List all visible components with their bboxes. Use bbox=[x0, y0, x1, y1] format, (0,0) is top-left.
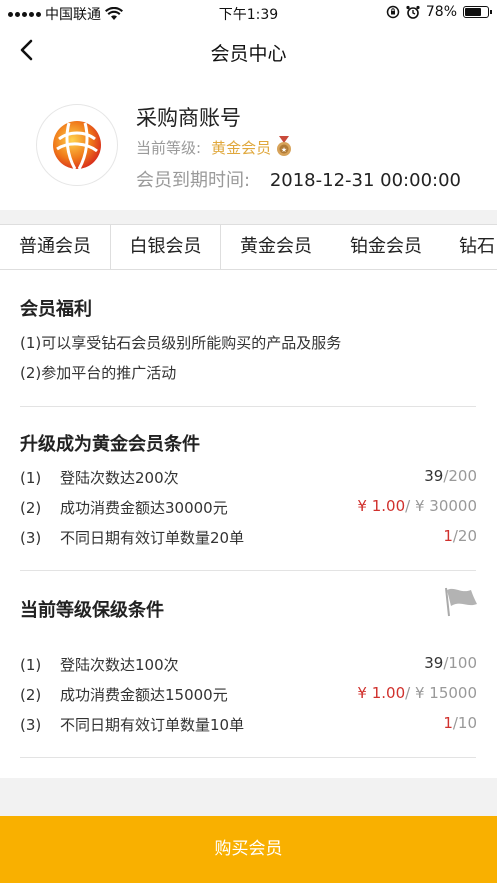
condition-number: (1) bbox=[20, 469, 42, 487]
buy-membership-button[interactable]: 购买会员 bbox=[0, 816, 497, 883]
condition-target: / ¥ 30000 bbox=[405, 497, 477, 515]
benefits-title: 会员福利 bbox=[20, 299, 92, 320]
condition-text: 成功消费金额达15000元 bbox=[60, 686, 228, 704]
page-title: 会员中心 bbox=[210, 43, 287, 65]
condition-number: (2) bbox=[20, 499, 42, 517]
condition-number: (2) bbox=[20, 686, 42, 704]
condition-current: ¥ 1.00 bbox=[357, 684, 406, 702]
condition-text: 不同日期有效订单数量10单 bbox=[60, 716, 245, 734]
keep-condition-row: (2) 成功消费金额达15000元 ¥ 1.00/ ¥ 15000 bbox=[20, 684, 477, 705]
condition-text: 登陆次数达200次 bbox=[60, 469, 179, 487]
divider bbox=[20, 570, 476, 571]
battery-icon bbox=[463, 6, 492, 18]
condition-target: /200 bbox=[443, 467, 477, 485]
tab-platinum[interactable]: 铂金会员 bbox=[331, 225, 441, 269]
condition-number: (3) bbox=[20, 716, 42, 734]
condition-current: 39 bbox=[424, 654, 444, 672]
condition-target: /100 bbox=[443, 654, 477, 672]
tab-normal[interactable]: 普通会员 bbox=[0, 225, 110, 269]
alarm-icon bbox=[406, 5, 420, 19]
tab-gold[interactable]: 黄金会员 bbox=[221, 225, 331, 269]
condition-current: ¥ 1.00 bbox=[357, 497, 406, 515]
upgrade-condition-row: (2) 成功消费金额达30000元 ¥ 1.00/ ¥ 30000 bbox=[20, 497, 477, 518]
company-logo-icon bbox=[53, 121, 101, 170]
svg-text:★: ★ bbox=[281, 146, 287, 154]
condition-current: 1 bbox=[443, 527, 453, 545]
expire-label: 会员到期时间: bbox=[136, 170, 251, 191]
condition-number: (3) bbox=[20, 529, 42, 547]
account-name: 采购商账号 bbox=[136, 106, 241, 130]
benefit-item: (2)参加平台的推广活动 bbox=[20, 364, 177, 382]
profile-card: 采购商账号 当前等级: 黄金会员 ★ 会员到期时间: 2018-12-31 00… bbox=[0, 76, 497, 210]
member-level-tabs: 普通会员 白银会员 黄金会员 铂金会员 钻石 bbox=[0, 224, 497, 270]
medal-icon: ★ bbox=[277, 136, 292, 156]
expire-row: 会员到期时间: 2018-12-31 00:00:00 bbox=[136, 166, 461, 192]
avatar[interactable] bbox=[36, 104, 118, 186]
upgrade-condition-row: (1) 登陆次数达200次 39/200 bbox=[20, 467, 477, 488]
upgrade-title: 升级成为黄金会员条件 bbox=[20, 434, 200, 455]
condition-target: /20 bbox=[452, 527, 477, 545]
level-row: 当前等级: 黄金会员 ★ bbox=[136, 136, 293, 158]
divider bbox=[20, 757, 476, 758]
condition-text: 成功消费金额达30000元 bbox=[60, 499, 228, 517]
keep-condition-row: (1) 登陆次数达100次 39/100 bbox=[20, 654, 477, 675]
main-content: 会员福利 (1)可以享受钻石会员级别所能购买的产品及服务 (2)参加平台的推广活… bbox=[0, 270, 497, 778]
level-value: 黄金会员 bbox=[211, 138, 272, 157]
condition-target: / ¥ 15000 bbox=[405, 684, 477, 702]
expire-value: 2018-12-31 00:00:00 bbox=[269, 170, 461, 191]
tab-diamond[interactable]: 钻石 bbox=[441, 225, 497, 269]
status-bar-right: 78% bbox=[386, 4, 492, 20]
keep-condition-row: (3) 不同日期有效订单数量10单 1/10 bbox=[20, 714, 477, 735]
condition-text: 登陆次数达100次 bbox=[60, 656, 179, 674]
condition-current: 1 bbox=[443, 714, 453, 732]
nav-bar: 会员中心 bbox=[0, 26, 497, 76]
rotation-lock-icon bbox=[386, 5, 400, 19]
upgrade-condition-row: (3) 不同日期有效订单数量20单 1/20 bbox=[20, 527, 477, 548]
level-label: 当前等级: bbox=[136, 138, 202, 157]
condition-text: 不同日期有效订单数量20单 bbox=[60, 529, 245, 547]
benefit-item: (1)可以享受钻石会员级别所能购买的产品及服务 bbox=[20, 334, 342, 352]
status-bar: 中国联通 下午1:39 78% bbox=[0, 0, 497, 26]
flag-icon bbox=[445, 587, 477, 617]
tab-silver[interactable]: 白银会员 bbox=[110, 225, 221, 269]
divider bbox=[20, 406, 476, 407]
battery-fill bbox=[465, 8, 481, 16]
condition-number: (1) bbox=[20, 656, 42, 674]
condition-target: /10 bbox=[452, 714, 477, 732]
battery-percent: 78% bbox=[425, 4, 457, 20]
keep-level-title: 当前等级保级条件 bbox=[20, 600, 164, 621]
condition-current: 39 bbox=[424, 467, 444, 485]
